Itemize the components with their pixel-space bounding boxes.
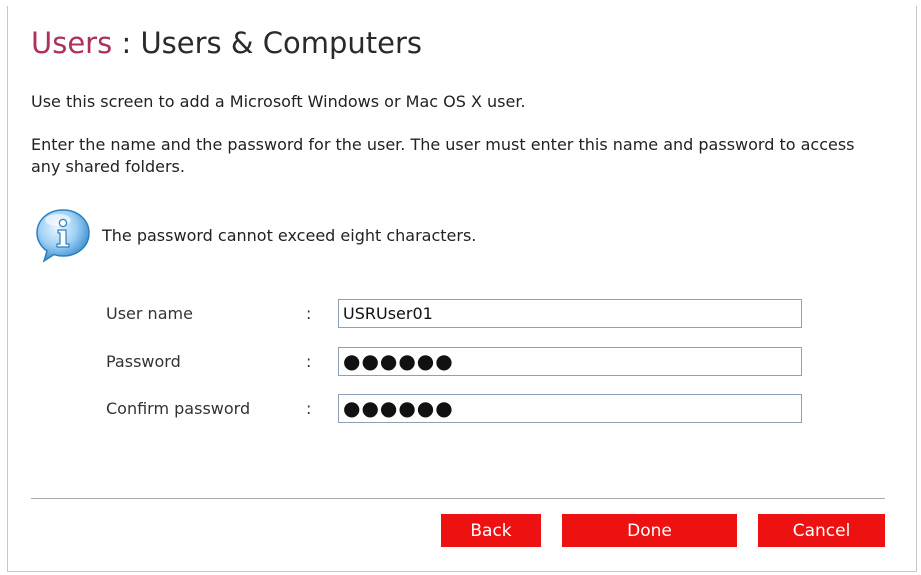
done-button[interactable]: Done bbox=[562, 514, 737, 547]
confirm-password-input[interactable] bbox=[338, 393, 802, 423]
page-title: Users : Users & Computers bbox=[31, 26, 422, 60]
title-section: Users bbox=[31, 26, 113, 60]
username-row: User name : bbox=[106, 297, 802, 329]
confirm-password-label: Confirm password bbox=[106, 398, 251, 418]
password-colon: : bbox=[306, 351, 312, 371]
back-button[interactable]: Back bbox=[441, 514, 541, 547]
instructions-text: Enter the name and the password for the … bbox=[31, 135, 855, 176]
confirm-password-row: Confirm password : bbox=[106, 392, 802, 424]
cancel-button[interactable]: Cancel bbox=[758, 514, 885, 547]
title-separator: : bbox=[121, 26, 132, 60]
username-label: User name bbox=[106, 303, 193, 323]
intro-text: Use this screen to add a Microsoft Windo… bbox=[31, 92, 526, 111]
title-main: Users & Computers bbox=[140, 26, 422, 60]
info-notice: The password cannot exceed eight charact… bbox=[34, 206, 476, 264]
password-row: Password : bbox=[106, 345, 802, 377]
password-input[interactable] bbox=[338, 346, 802, 376]
username-input[interactable] bbox=[338, 298, 802, 328]
footer-divider bbox=[31, 498, 885, 499]
password-label: Password bbox=[106, 351, 181, 371]
info-icon bbox=[34, 206, 92, 264]
info-text: The password cannot exceed eight charact… bbox=[102, 225, 477, 245]
username-colon: : bbox=[306, 303, 312, 323]
confirm-password-colon: : bbox=[306, 398, 312, 418]
